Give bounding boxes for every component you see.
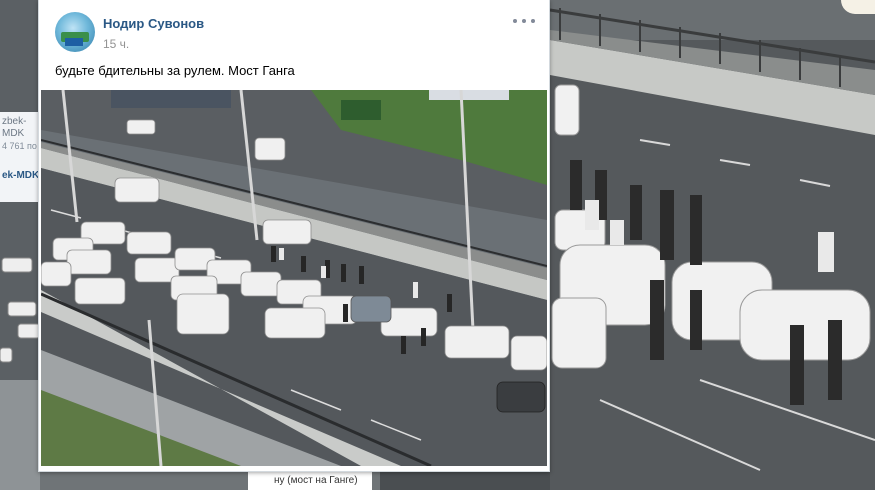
post-photo[interactable] [41,90,547,466]
badge-line-1: zbek-MDK [2,116,27,139]
background-group-badge: zbek-MDK 4 761 по ek-MDK [0,112,42,202]
post-card: Нодир Сувонов 15 ч. будьте бдительны за … [38,0,550,472]
post-timestamp-link[interactable]: 15 ч. [103,37,129,51]
post-text: будьте бдительны за рулем. Мост Ганга [55,63,295,78]
photo-traffic-bridge-image [41,90,547,466]
badge-line-3: ek-MDK [2,170,40,181]
avatar[interactable] [55,12,95,52]
more-options-icon[interactable] [513,14,535,28]
background-caption-chip: ну (мост на Ганге) [248,472,372,490]
badge-line-2: 4 761 по [2,141,37,151]
author-name-link[interactable]: Нодир Сувонов [103,16,204,31]
post-header: Нодир Сувонов 15 ч. [39,0,549,60]
